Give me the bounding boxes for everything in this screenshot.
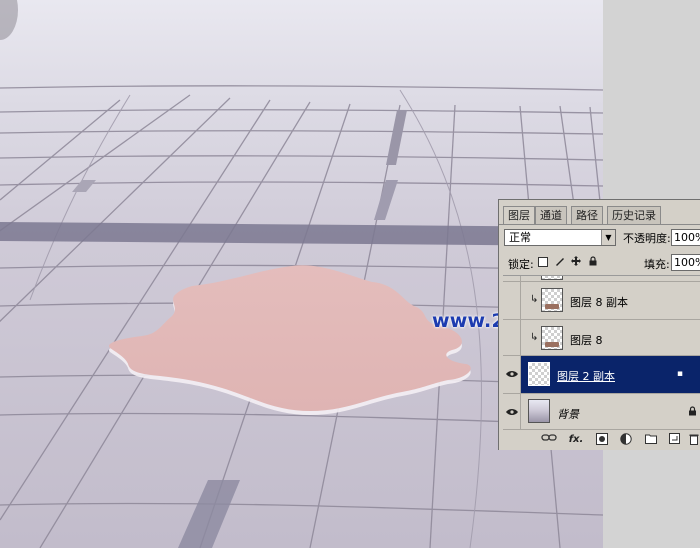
opacity-label: 不透明度: xyxy=(623,232,671,245)
clipping-arrow-icon: ↳ xyxy=(530,294,539,305)
fx-icon[interactable]: fx. xyxy=(567,433,585,447)
layers-bottom-toolbar: fx. xyxy=(499,431,700,450)
visibility-toggle[interactable] xyxy=(503,282,521,319)
link-icon[interactable] xyxy=(541,433,557,447)
lock-transparent-pixels-icon[interactable] xyxy=(538,257,548,267)
layer-name[interactable]: 图层 8 xyxy=(570,332,603,348)
layer-name[interactable]: 背景 xyxy=(557,406,579,422)
layer-row[interactable]: ↳ 图层 8 副本 xyxy=(503,282,700,320)
fill-label: 填充: xyxy=(644,258,670,271)
layer-thumbnail xyxy=(541,276,563,280)
layer-thumbnail xyxy=(528,399,550,423)
adjustment-icon[interactable] xyxy=(619,433,633,447)
layer-style-icon: ▪ xyxy=(676,369,683,379)
blend-mode-select[interactable]: 正常 ▼ xyxy=(504,229,616,246)
layer-row[interactable]: 背景 xyxy=(503,394,700,430)
layer-row-partial[interactable] xyxy=(503,276,700,282)
group-icon[interactable] xyxy=(644,433,658,447)
layer-name[interactable]: 图层 2 副本 xyxy=(557,368,615,384)
chevron-down-icon[interactable]: ▼ xyxy=(601,230,615,245)
layer-thumbnail xyxy=(541,326,563,350)
new-layer-icon[interactable] xyxy=(667,433,681,447)
visibility-toggle[interactable] xyxy=(503,276,521,281)
layer-list[interactable]: ↳ 图层 8 副本 ↳ 图层 8 图层 2 副本 ▪ 背景 xyxy=(503,275,700,433)
tab-divider xyxy=(499,224,700,225)
opacity-input[interactable]: 100% xyxy=(671,229,700,246)
tab-paths[interactable]: 路径 xyxy=(571,206,603,224)
fill-input[interactable]: 100% xyxy=(671,254,700,271)
visibility-toggle[interactable] xyxy=(503,320,521,355)
lock-icon xyxy=(688,406,697,419)
layer-thumbnail xyxy=(541,288,563,312)
trash-icon[interactable] xyxy=(687,433,700,447)
tab-channels[interactable]: 通道 xyxy=(535,206,567,224)
visibility-toggle[interactable] xyxy=(503,394,521,429)
lock-label: 锁定: xyxy=(508,258,534,271)
layer-row[interactable]: ↳ 图层 8 xyxy=(503,320,700,356)
eye-icon xyxy=(506,409,518,415)
eye-icon xyxy=(506,371,518,377)
layer-row-selected[interactable]: 图层 2 副本 ▪ xyxy=(503,356,700,394)
mask-icon[interactable] xyxy=(595,433,609,447)
layer-name[interactable]: 图层 8 副本 xyxy=(570,294,628,310)
lock-all-icon[interactable] xyxy=(588,256,598,266)
tab-history[interactable]: 历史记录 xyxy=(607,206,661,224)
lock-image-pixels-icon[interactable] xyxy=(555,256,565,266)
blend-mode-value: 正常 xyxy=(509,231,531,244)
lock-position-icon[interactable] xyxy=(571,256,581,266)
visibility-toggle[interactable] xyxy=(503,356,521,393)
panel-tabs: 图层 通道 路径 历史记录 xyxy=(499,206,700,225)
layer-thumbnail xyxy=(528,362,550,386)
tab-layers[interactable]: 图层 xyxy=(503,206,535,225)
layers-panel: 图层 通道 路径 历史记录 正常 ▼ 不透明度: 100% 锁定: 填充: 10… xyxy=(498,199,700,450)
clipping-arrow-icon: ↳ xyxy=(530,332,539,343)
